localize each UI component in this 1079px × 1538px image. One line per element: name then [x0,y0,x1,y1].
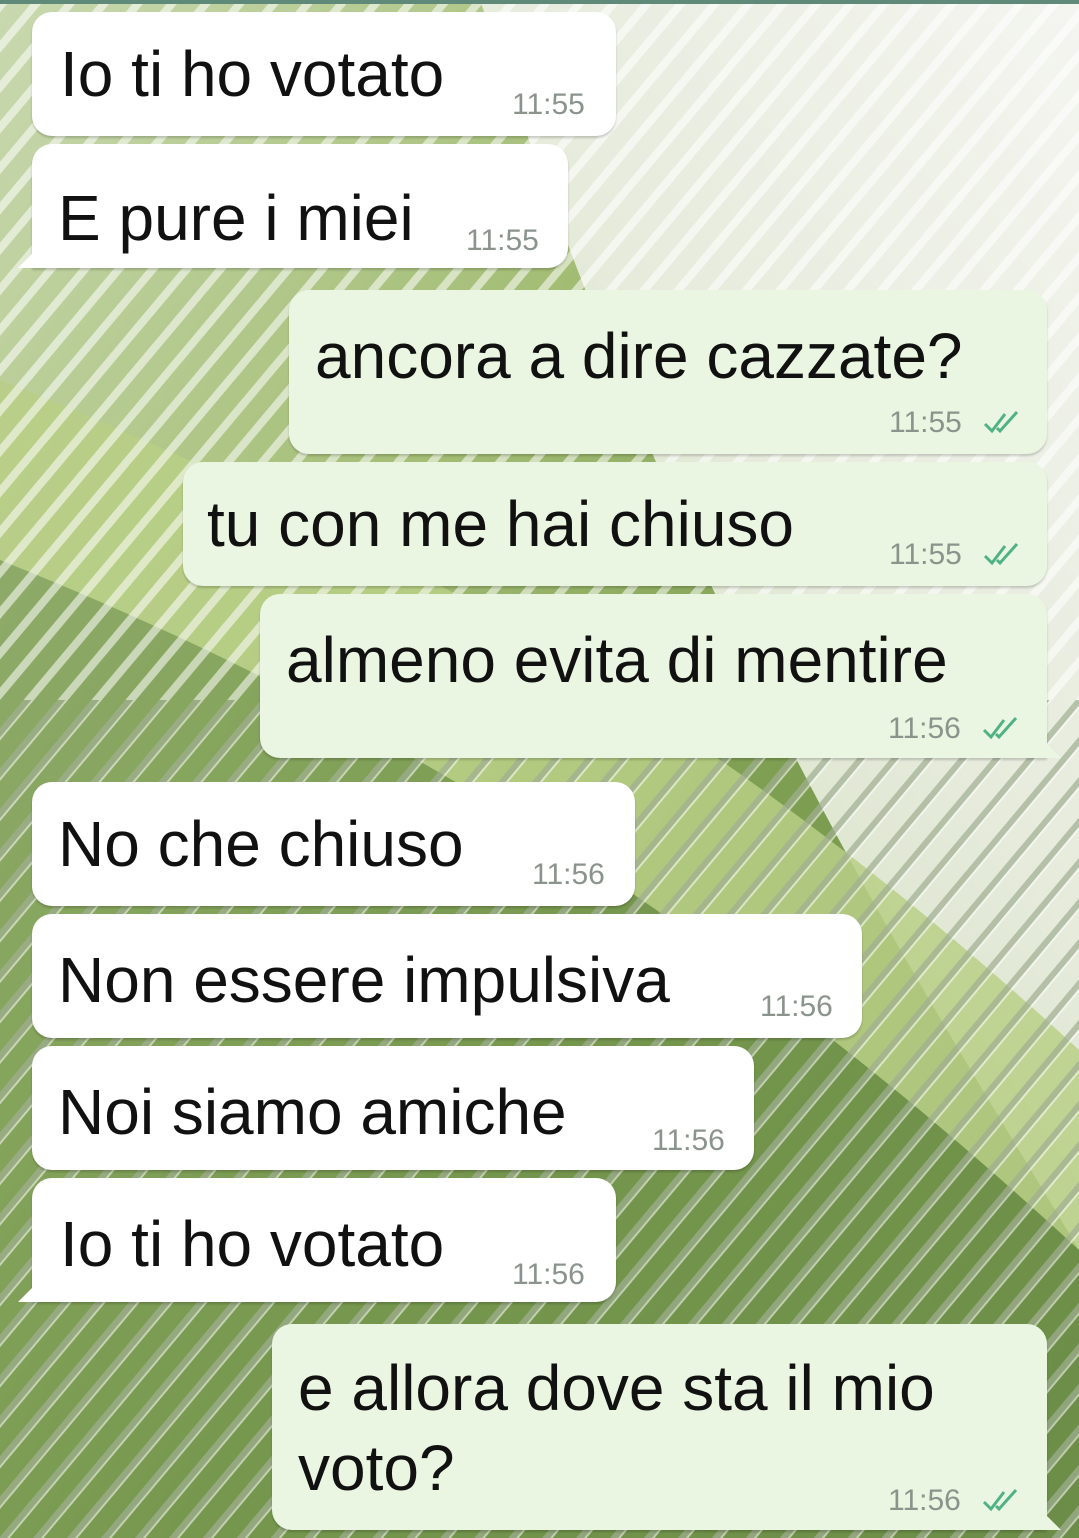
outgoing-message[interactable]: e allora dove sta il mio voto? 11:56 [272,1324,1061,1530]
incoming-message[interactable]: Non essere impulsiva 11:56 [32,914,862,1038]
message-timestamp: 11:56 [760,990,833,1023]
message-timestamp: 11:56 [888,712,961,745]
double-check-icon [983,542,1019,566]
outgoing-message[interactable]: tu con me hai chiuso 11:55 [183,462,1047,586]
message-timestamp: 11:56 [532,858,605,891]
message-text: e allora dove sta il mio [298,1352,935,1424]
message-text: Noi siamo amiche [58,1076,567,1148]
message-text: No che chiuso [58,808,464,880]
message-text: ancora a dire cazzate? [315,320,963,392]
message-text: E pure i miei [58,182,414,254]
outgoing-message[interactable]: ancora a dire cazzate? 11:55 [289,290,1047,454]
message-timestamp: 11:55 [466,224,539,257]
message-text: Non essere impulsiva [58,944,670,1016]
message-timestamp: 11:55 [889,406,962,439]
double-check-icon [983,410,1019,434]
double-check-icon [982,1488,1018,1512]
incoming-message[interactable]: Noi siamo amiche 11:56 [32,1046,754,1170]
message-text: tu con me hai chiuso [207,488,794,560]
incoming-message[interactable]: Io ti ho votato 11:55 [32,12,616,136]
message-text: almeno evita di mentire [286,624,948,696]
outgoing-message[interactable]: almeno evita di mentire 11:56 [260,594,1061,758]
message-timestamp: 11:56 [512,1258,585,1291]
message-timestamp: 11:56 [652,1124,725,1157]
message-text: Io ti ho votato [60,1208,445,1280]
incoming-message[interactable]: E pure i miei 11:55 [18,144,568,268]
message-timestamp: 11:55 [889,538,962,571]
bubble-tail [1039,736,1061,758]
bubble-tail [18,1280,40,1302]
message-timestamp: 11:55 [512,88,585,121]
message-text-line-2: voto? [298,1432,455,1504]
bubble-tail [1039,1508,1061,1530]
double-check-icon [982,716,1018,740]
chat-thread[interactable]: Io ti ho votato 11:55 E pure i miei 11:5… [0,0,1079,1538]
message-timestamp: 11:56 [888,1484,961,1517]
bubble-tail [18,246,40,268]
incoming-message[interactable]: Io ti ho votato 11:56 [18,1178,616,1302]
message-text: Io ti ho votato [60,38,445,110]
incoming-message[interactable]: No che chiuso 11:56 [32,782,635,906]
